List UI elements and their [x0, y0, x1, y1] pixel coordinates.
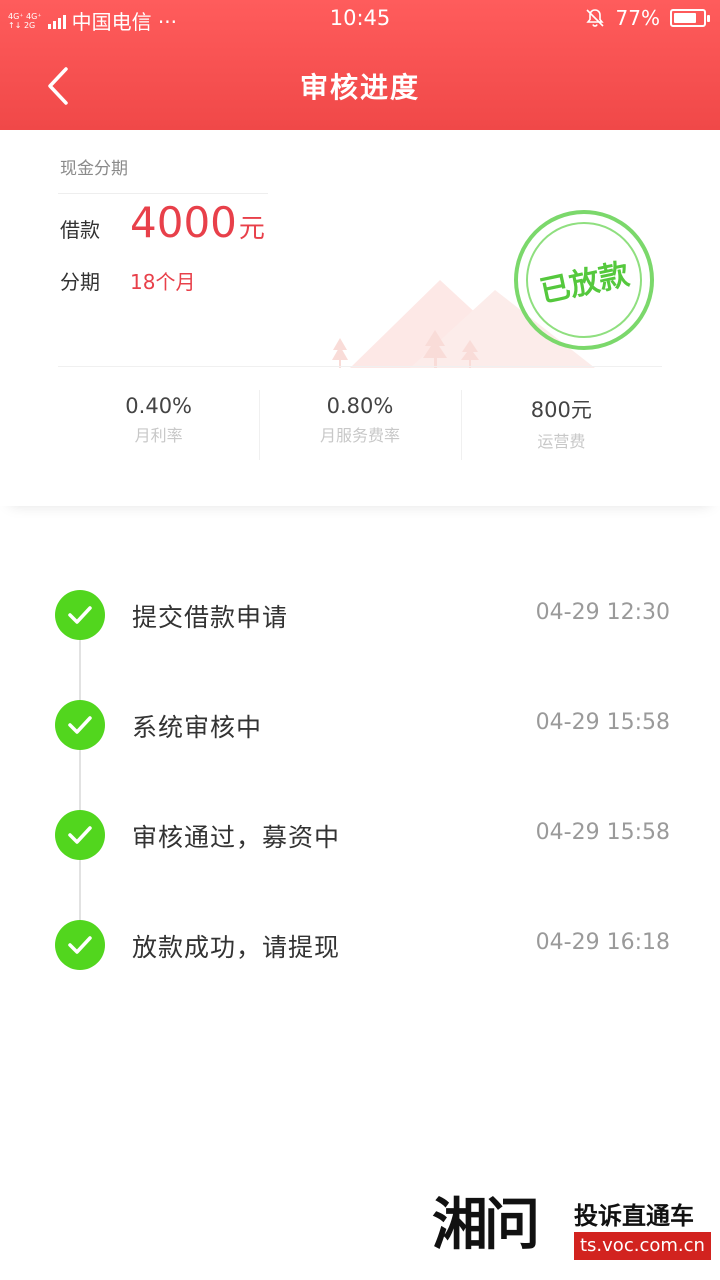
- battery-percent: 77%: [615, 6, 660, 30]
- bell-muted-icon: [585, 9, 604, 27]
- rate-value: 0.40%: [125, 394, 193, 418]
- status-bar: 4G⁺ 4G⁺ ↑↓ 2G 中国电信 ··· 10:45 77%: [0, 0, 720, 36]
- rates-row: 0.40% 月利率 0.80% 月服务费率 800元 运营费: [58, 386, 662, 466]
- timeline-step: 系统审核中 04-29 15:58: [0, 694, 720, 754]
- rate-value: 800元: [530, 398, 592, 422]
- loan-unit: 元: [238, 214, 265, 244]
- step-time: 04-29 12:30: [535, 600, 670, 625]
- watermark-slogan: 投诉直通车: [574, 1202, 694, 1230]
- divider: [58, 366, 662, 367]
- battery-fill: [674, 13, 696, 23]
- battery-nub: [707, 15, 710, 22]
- rate-label: 月利率: [134, 426, 183, 445]
- step-label: 系统审核中: [132, 713, 263, 742]
- timeline-step: 放款成功，请提现 04-29 16:18: [0, 914, 720, 974]
- step-label: 审核通过，募资中: [132, 823, 341, 852]
- rate-value: 0.80%: [326, 394, 394, 418]
- rate-label: 运营费: [537, 432, 586, 451]
- timeline-step: 提交借款申请 04-29 12:30: [0, 584, 720, 644]
- rate-operation-fee: 800元 运营费: [460, 386, 662, 466]
- check-icon: [55, 920, 105, 970]
- battery-icon: [670, 9, 710, 27]
- nav-bar: 审核进度: [0, 40, 720, 130]
- step-time: 04-29 15:58: [535, 710, 670, 735]
- page-title: 审核进度: [299, 71, 420, 104]
- rate-monthly-interest: 0.40% 月利率: [58, 386, 259, 466]
- step-time: 04-29 16:18: [535, 930, 670, 955]
- rate-monthly-service-fee: 0.80% 月服务费率: [259, 386, 460, 466]
- watermark-brand: 湘问: [432, 1193, 540, 1258]
- loan-amount-row: 借款 4000 元: [60, 198, 265, 247]
- loan-summary-card: 现金分期 借款 4000 元 分期 18个月 已放款 0.40% 月利率 0.8…: [0, 130, 720, 506]
- loan-amount: 4000: [130, 198, 237, 247]
- step-time: 04-29 15:58: [535, 820, 670, 845]
- watermark-domain: ts.voc.com.cn: [574, 1232, 711, 1260]
- status-right: 77%: [584, 6, 710, 30]
- divider: [58, 193, 268, 194]
- term-label: 分期: [60, 270, 100, 294]
- progress-timeline: 提交借款申请 04-29 12:30 系统审核中 04-29 15:58 审核通…: [0, 560, 720, 970]
- disbursed-stamp: 已放款: [500, 196, 668, 364]
- timeline-connector: [79, 614, 81, 944]
- check-icon: [55, 810, 105, 860]
- rate-label: 月服务费率: [319, 426, 400, 445]
- step-label: 提交借款申请: [132, 603, 289, 632]
- term-value: 18个月: [130, 270, 196, 294]
- watermark-logo: 湘问 投诉直通车 ts.voc.com.cn: [432, 1190, 711, 1266]
- check-icon: [55, 700, 105, 750]
- step-label: 放款成功，请提现: [132, 933, 341, 962]
- product-type: 现金分期: [60, 159, 128, 179]
- check-icon: [55, 590, 105, 640]
- timeline-step: 审核通过，募资中 04-29 15:58: [0, 804, 720, 864]
- loan-label: 借款: [60, 218, 100, 242]
- term-row: 分期 18个月: [60, 266, 195, 295]
- header-bar: 4G⁺ 4G⁺ ↑↓ 2G 中国电信 ··· 10:45 77% 审核进度: [0, 0, 720, 130]
